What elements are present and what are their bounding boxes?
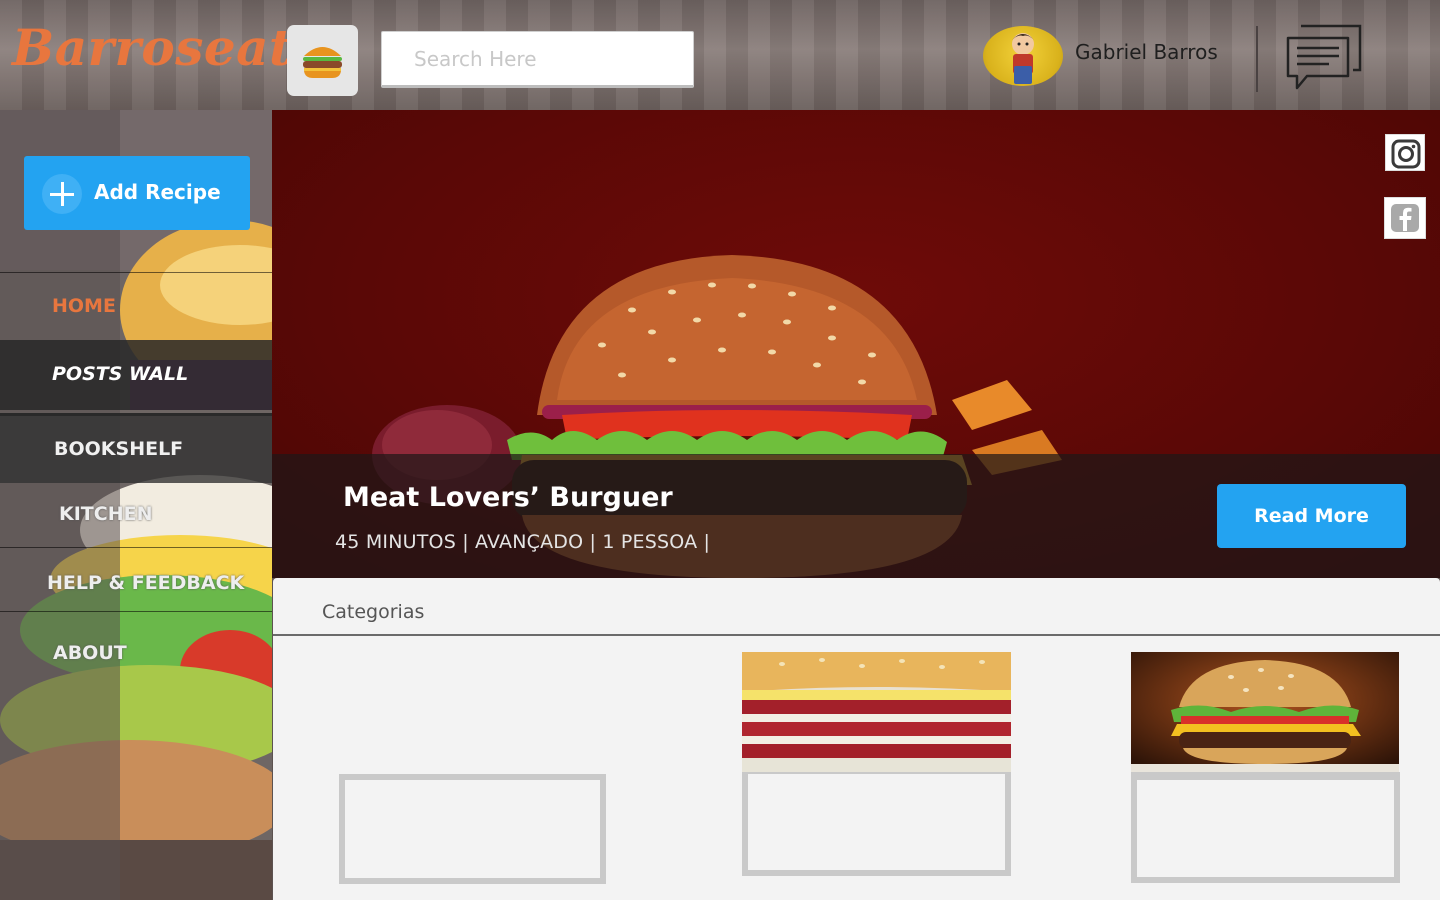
add-recipe-button[interactable]: Add Recipe — [24, 156, 250, 230]
classic-burger-image — [1131, 652, 1399, 772]
categories-divider — [273, 634, 1440, 636]
recipe-title[interactable]: Meat Lovers’ Burguer — [343, 482, 673, 513]
burger-icon — [303, 47, 342, 78]
instagram-icon — [1391, 139, 1421, 169]
facebook-link[interactable] — [1384, 197, 1426, 239]
category-card[interactable] — [339, 774, 606, 884]
sidebar-item-label: POSTS WALL — [52, 363, 189, 385]
category-card-image[interactable] — [1131, 652, 1399, 772]
burger-button[interactable] — [287, 25, 358, 96]
plus-icon — [42, 174, 82, 214]
read-more-button[interactable]: Read More — [1217, 484, 1406, 548]
sidebar-item-label: BOOKSHELF — [54, 438, 184, 460]
category-card[interactable] — [742, 772, 1011, 876]
facebook-icon — [1391, 204, 1419, 232]
instagram-link[interactable] — [1385, 134, 1425, 171]
recipe-meta: 45 MINUTOS | AVANÇADO | 1 PESSOA | — [335, 531, 711, 553]
sidebar-item-kitchen[interactable]: KITCHEN — [0, 483, 272, 547]
sidebar-item-label: HELP & FEEDBACK — [47, 572, 245, 594]
categories-title: Categorias — [322, 601, 425, 623]
category-card-image[interactable] — [742, 652, 1011, 772]
chat-icon[interactable] — [1285, 24, 1363, 92]
avatar[interactable] — [983, 26, 1063, 86]
recipe-info-bar: Meat Lovers’ Burguer 45 MINUTOS | AVANÇA… — [272, 454, 1440, 578]
header-divider — [1256, 26, 1258, 92]
search-input[interactable] — [381, 31, 694, 88]
sidebar-item-posts-wall[interactable]: POSTS WALL — [0, 340, 272, 410]
categories-panel: Categorias — [273, 578, 1440, 900]
top-header: Barroseat Gabriel Barros — [0, 0, 1440, 110]
sidebar-item-about[interactable]: ABOUT — [0, 611, 272, 675]
user-name[interactable]: Gabriel Barros — [1075, 40, 1218, 64]
featured-recipe-banner: Meat Lovers’ Burguer 45 MINUTOS | AVANÇA… — [272, 110, 1440, 578]
sidebar-item-label: ABOUT — [53, 642, 127, 664]
stacked-burger-image — [742, 652, 1011, 772]
sidebar-item-help-feedback[interactable]: HELP & FEEDBACK — [0, 547, 272, 611]
avatar-figure-icon — [1012, 33, 1034, 84]
sidebar-item-bookshelf[interactable]: BOOKSHELF — [0, 413, 272, 483]
sidebar-item-label: KITCHEN — [59, 503, 153, 525]
sidebar-item-label: HOME — [52, 295, 116, 317]
sidebar-item-home[interactable]: HOME — [0, 272, 272, 340]
sidebar: Add Recipe HOME POSTS WALL BOOKSHELF KIT… — [0, 110, 272, 900]
category-card[interactable] — [1131, 772, 1400, 883]
app-logo[interactable]: Barroseat — [12, 18, 293, 77]
add-recipe-label: Add Recipe — [94, 180, 221, 204]
